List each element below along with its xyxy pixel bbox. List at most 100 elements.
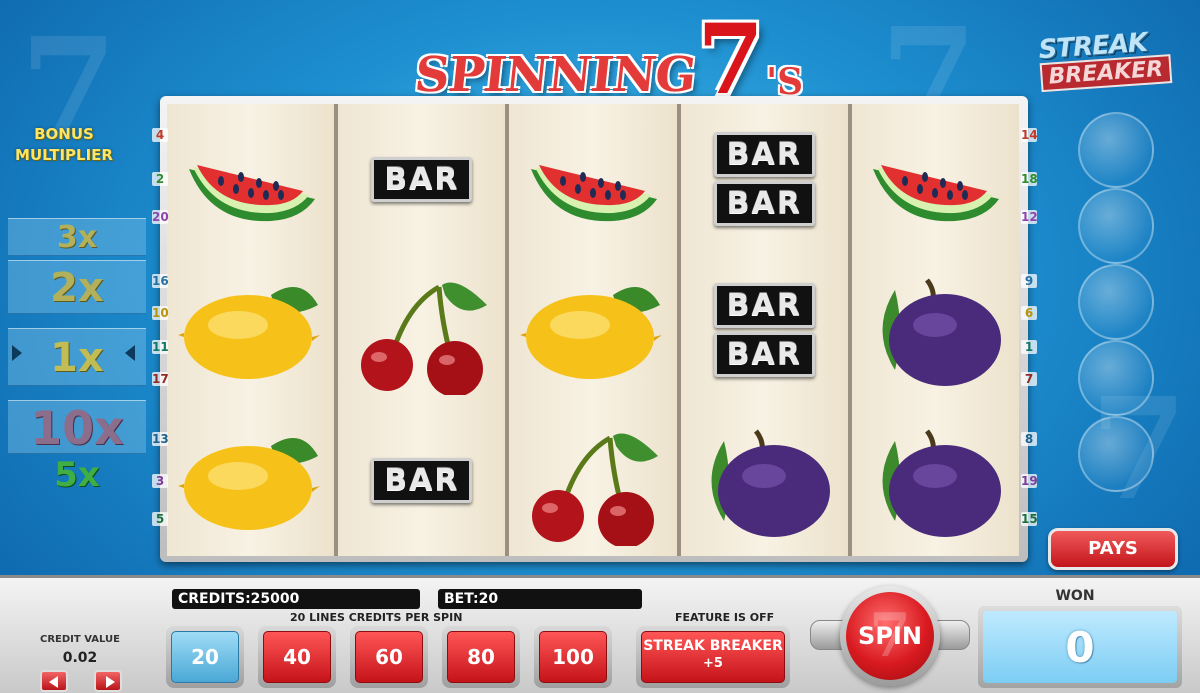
bar-plate: BAR <box>713 331 815 377</box>
won-value: 0 <box>983 611 1177 683</box>
title-seven: 7 <box>697 2 765 116</box>
watermelon-icon <box>518 109 668 249</box>
credit-value-label: CREDIT VALUE <box>40 634 120 645</box>
payline-number[interactable]: 20 <box>152 210 169 224</box>
title-word: SPINNING <box>412 47 699 103</box>
credit-increase-button[interactable] <box>94 670 122 692</box>
payline-number[interactable]: 15 <box>1021 512 1038 526</box>
arrow-left-icon <box>49 676 58 688</box>
double-bar-symbol: BAR BAR <box>689 260 839 400</box>
lines-label: 20 LINES CREDITS PER SPIN <box>290 611 463 624</box>
bar-text: BAR <box>384 161 460 197</box>
bar-text: BAR <box>384 463 460 499</box>
reel-5 <box>851 104 1020 556</box>
reel-4: BAR BAR BAR BAR <box>680 104 848 556</box>
payline-number[interactable]: 10 <box>152 306 169 320</box>
payline-number[interactable]: 5 <box>152 512 168 526</box>
lemon-icon <box>518 260 668 400</box>
spin-label: SPIN <box>858 622 922 650</box>
bar-plate: BAR <box>371 156 473 202</box>
watermelon-icon <box>176 109 326 249</box>
bet-button-20[interactable]: 20 <box>166 626 244 688</box>
payline-number[interactable]: 11 <box>152 340 169 354</box>
bar-symbol: BAR <box>347 411 497 551</box>
payline-number[interactable]: 1 <box>1021 340 1037 354</box>
pays-button[interactable]: PAYS <box>1048 528 1178 570</box>
spin-button[interactable]: 7 SPIN <box>840 586 940 686</box>
game-title: SPINNING 7 'S <box>412 2 825 116</box>
multiplier-2x: 2x <box>8 260 146 314</box>
bonus-multiplier-title: BONUS MULTIPLIER <box>4 124 124 166</box>
payline-number[interactable]: 6 <box>1021 306 1037 320</box>
reel-3 <box>509 104 677 556</box>
won-label: WON <box>1055 588 1095 604</box>
bar-plate: BAR <box>713 181 815 227</box>
bar-symbol: BAR <box>347 109 497 249</box>
bonus-title-line1: BONUS <box>34 125 94 143</box>
streak-breaker-logo: STREAK BREAKER <box>1038 25 1193 107</box>
bubble-decoration <box>1078 188 1154 264</box>
watermelon-icon <box>860 109 1010 249</box>
streak-button-label: STREAK BREAKER <box>643 638 783 654</box>
bar-text: BAR <box>726 287 802 323</box>
won-display: 0 <box>978 606 1182 688</box>
bar-plate: BAR <box>713 132 815 178</box>
multiplier-arrow-right-icon <box>125 345 135 361</box>
arrow-right-icon <box>106 676 115 688</box>
bet-button-80[interactable]: 80 <box>442 626 520 688</box>
payline-number[interactable]: 16 <box>152 274 169 288</box>
bar-text: BAR <box>726 186 802 222</box>
bet-button-label: 40 <box>263 631 331 683</box>
payline-number[interactable]: 17 <box>152 372 169 386</box>
payline-number[interactable]: 9 <box>1021 274 1037 288</box>
bubble-decoration <box>1078 112 1154 188</box>
plum-icon <box>689 411 839 551</box>
bonus-title-line2: MULTIPLIER <box>15 146 113 164</box>
bet-button-label: 20 <box>171 631 239 683</box>
bar-text: BAR <box>726 336 802 372</box>
bar-plate: BAR <box>713 282 815 328</box>
bet-button-100[interactable]: 100 <box>534 626 612 688</box>
bet-display: BET:20 <box>438 589 642 609</box>
feature-status: FEATURE IS OFF <box>675 611 775 624</box>
streak-breaker-button[interactable]: STREAK BREAKER +5 <box>636 626 790 688</box>
bet-button-60[interactable]: 60 <box>350 626 428 688</box>
multiplier-3x: 3x <box>8 218 146 256</box>
credit-decrease-button[interactable] <box>40 670 68 692</box>
spin-control: 7 SPIN <box>810 582 970 692</box>
payline-number[interactable]: 4 <box>152 128 168 142</box>
payline-number[interactable]: 13 <box>152 432 169 446</box>
reel-2: BAR BAR <box>338 104 506 556</box>
payline-number[interactable]: 14 <box>1021 128 1038 142</box>
credit-value: 0.02 <box>62 650 98 666</box>
payline-number[interactable]: 12 <box>1021 210 1038 224</box>
payline-number[interactable]: 3 <box>152 474 168 488</box>
bet-button-label: 60 <box>355 631 423 683</box>
cherries-icon <box>347 260 497 400</box>
streak-button-sub: +5 <box>703 656 723 671</box>
credits-display: CREDITS:25000 <box>172 589 420 609</box>
bar-text: BAR <box>726 137 802 173</box>
payline-number[interactable]: 2 <box>152 172 168 186</box>
reel-1 <box>167 104 335 556</box>
bet-button-40[interactable]: 40 <box>258 626 336 688</box>
double-bar-symbol: BAR BAR <box>689 109 839 249</box>
bet-button-label: 100 <box>539 631 607 683</box>
payline-number[interactable]: 8 <box>1021 432 1037 446</box>
lemon-icon <box>176 260 326 400</box>
payline-number[interactable]: 18 <box>1021 172 1038 186</box>
bubble-decoration <box>1078 340 1154 416</box>
lemon-icon <box>176 411 326 551</box>
plum-icon <box>860 411 1010 551</box>
bet-button-label: 80 <box>447 631 515 683</box>
plum-icon <box>860 260 1010 400</box>
bubble-decoration <box>1078 416 1154 492</box>
bubble-decoration <box>1078 264 1154 340</box>
payline-number[interactable]: 19 <box>1021 474 1038 488</box>
multiplier-10x: 10x <box>8 400 146 455</box>
bar-plate: BAR <box>371 458 473 504</box>
cherries-icon <box>518 411 668 551</box>
multiplier-arrow-left-icon <box>12 345 22 361</box>
payline-number[interactable]: 7 <box>1021 372 1037 386</box>
reel-area: BAR BAR BAR BAR BAR BAR <box>167 104 1020 556</box>
